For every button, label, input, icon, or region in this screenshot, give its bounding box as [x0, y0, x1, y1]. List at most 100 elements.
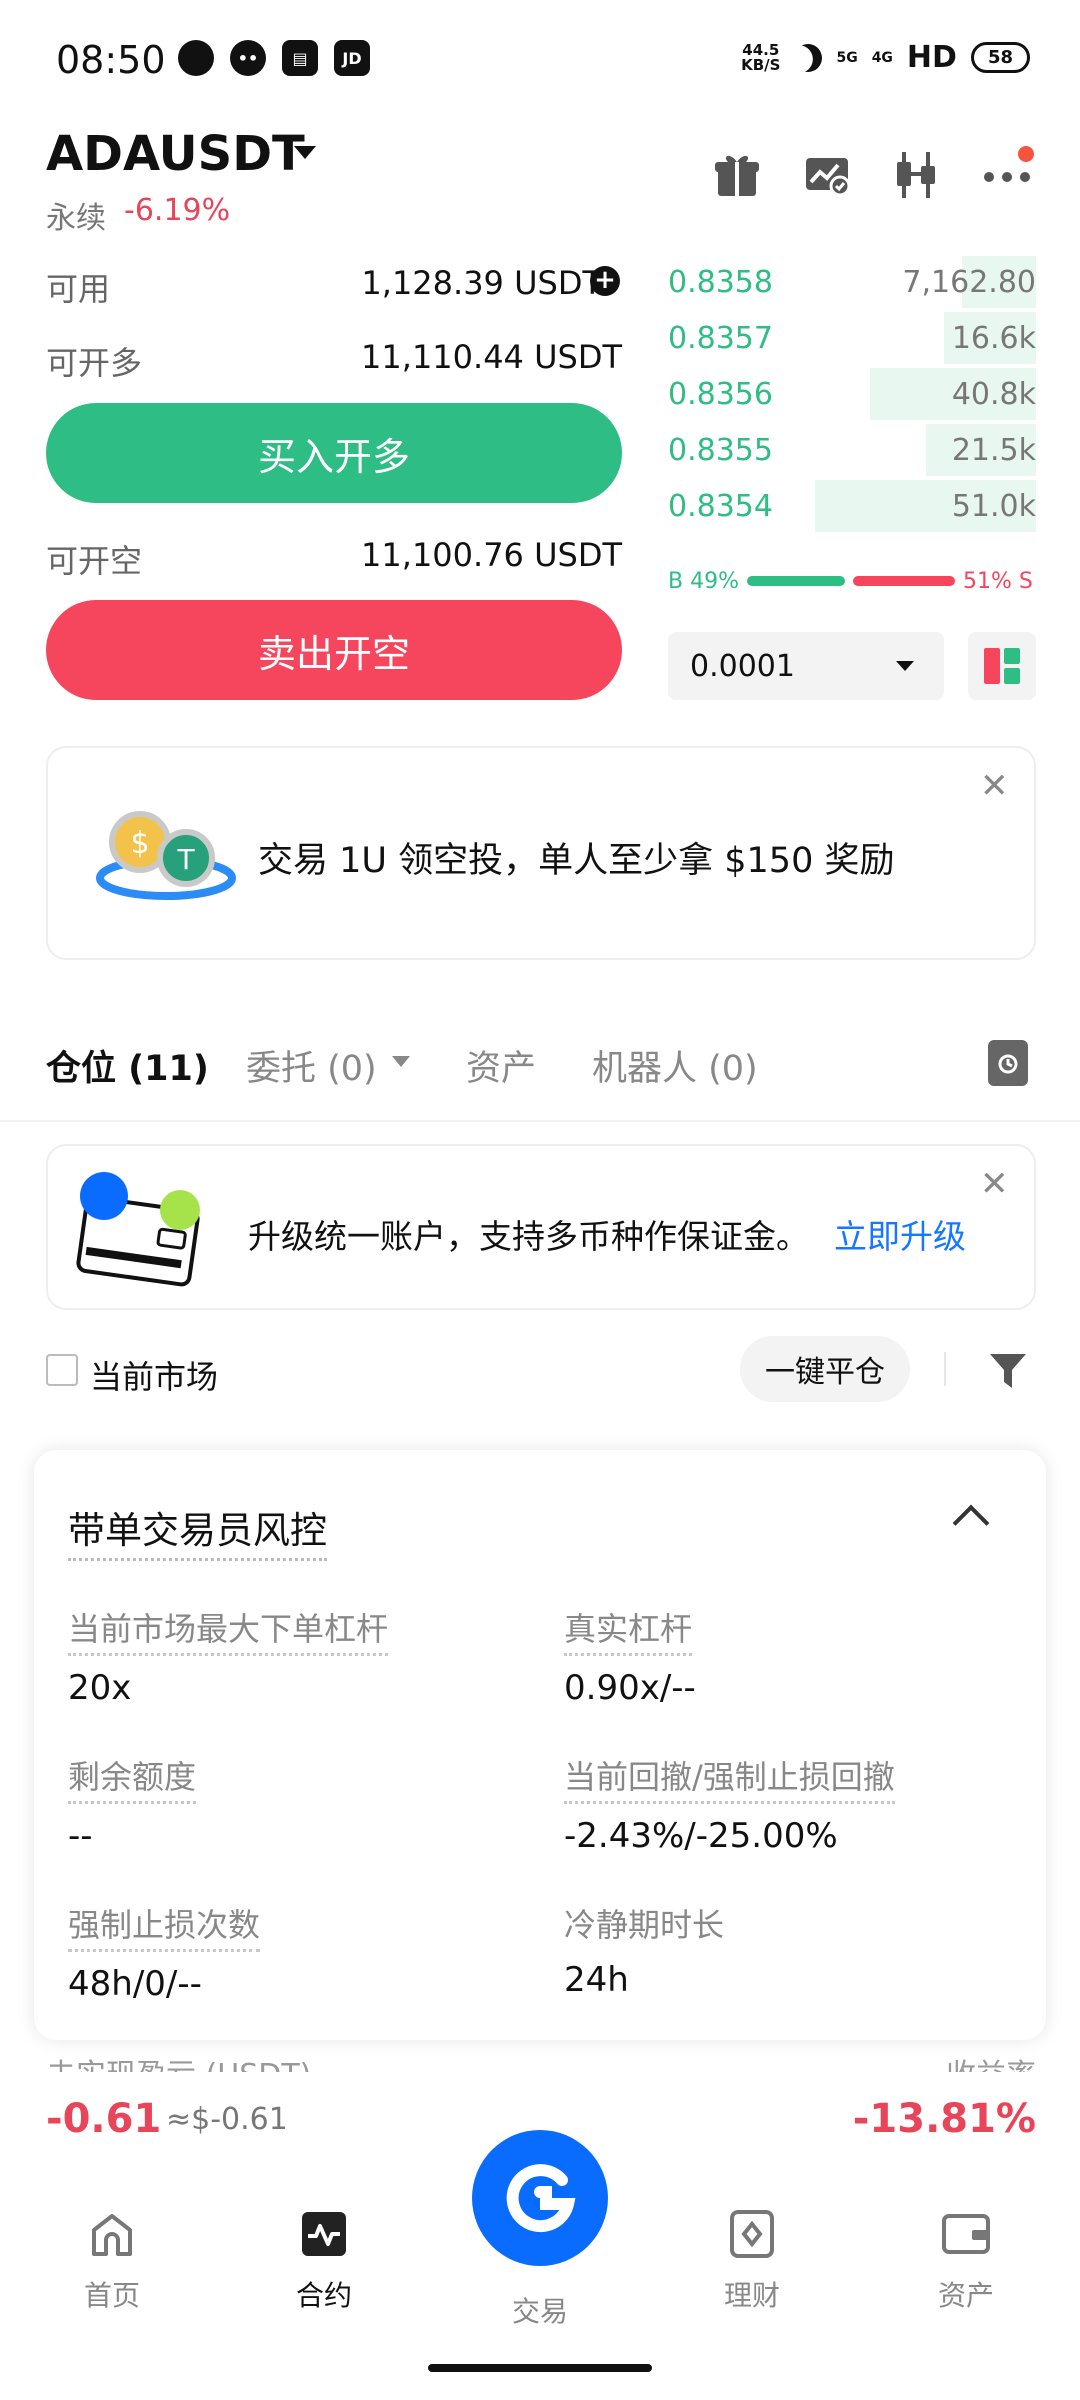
trade-fab-button[interactable] — [472, 2130, 608, 2266]
roe-value: -13.81% — [852, 2096, 1036, 2142]
home-indicator — [428, 2364, 652, 2372]
orderbook-quantity: 51.0k — [951, 488, 1036, 524]
sell-ratio-bar — [852, 576, 955, 586]
status-indicators: 44.5 KB/S 5G 4G HD 58 — [741, 40, 1030, 75]
coin-illustration-icon: $ T — [88, 800, 238, 910]
candlestick-icon[interactable] — [892, 150, 942, 200]
max-long-label: 可开多 — [46, 344, 143, 382]
status-app-icons: •• ▤ JD — [178, 40, 370, 76]
futures-icon — [300, 2210, 348, 2258]
orderbook-quantity: 21.5k — [951, 432, 1036, 468]
orderbook-price: 0.8356 — [668, 376, 773, 412]
nav-home-label: 首页 — [83, 2279, 140, 2312]
forced-stop-value: 48h/0/-- — [68, 1964, 202, 2004]
orderbook-row[interactable]: 0.8356 40.8k — [668, 374, 1036, 414]
gift-icon[interactable] — [712, 150, 762, 200]
cooldown-label: 冷静期时长 — [564, 1906, 725, 1944]
network-speed: 44.5 KB/S — [741, 40, 781, 74]
chart-check-icon[interactable] — [802, 150, 852, 200]
news-icon: ▤ — [282, 40, 318, 76]
nav-futures-label: 合约 — [295, 2279, 352, 2312]
orderbook-row[interactable]: 0.8358 7,162.80 — [668, 262, 1036, 302]
max-leverage-value: 20x — [68, 1668, 132, 1708]
max-short-label: 可开空 — [46, 542, 143, 580]
nav-assets-label: 资产 — [937, 2279, 994, 2312]
wallet-illustration-icon — [74, 1168, 204, 1290]
svg-text:T: T — [176, 843, 195, 876]
home-icon — [88, 2210, 136, 2258]
chat-bubble-icon — [178, 40, 214, 76]
svg-text:$: $ — [130, 826, 149, 861]
risk-card-title[interactable]: 带单交易员风控 — [68, 1500, 327, 1561]
max-long-value: 11,110.44 USDT — [361, 338, 622, 376]
buy-long-button[interactable]: 买入开多 — [46, 403, 622, 503]
tab-positions[interactable]: 仓位 (11) — [46, 1040, 209, 1091]
add-funds-icon[interactable]: + — [590, 266, 620, 296]
trade-logo-icon — [506, 2164, 576, 2233]
available-label: 可用 — [46, 270, 111, 308]
precision-select[interactable]: 0.0001 — [668, 632, 944, 700]
tab-divider — [0, 1120, 1080, 1122]
tab-bots[interactable]: 机器人 (0) — [592, 1040, 758, 1091]
nav-assets[interactable]: 资产 — [906, 2210, 1026, 2314]
remaining-quota-value: -- — [68, 1816, 93, 1856]
orderbook-price: 0.8358 — [668, 264, 773, 300]
layout-icon — [984, 648, 1020, 684]
unrealized-pnl-usd: ≈$-0.61 — [166, 2102, 288, 2137]
orderbook-price: 0.8357 — [668, 320, 773, 356]
buy-ratio-label: B 49% — [668, 568, 739, 594]
real-leverage-label: 真实杠杆 — [564, 1604, 693, 1656]
cooldown-value: 24h — [564, 1960, 629, 2000]
unrealized-pnl-label: 未实现盈亏 (USDT) — [46, 2050, 311, 2072]
orderbook-price: 0.8354 — [668, 488, 773, 524]
more-icon[interactable] — [982, 146, 1034, 200]
nav-home[interactable]: 首页 — [52, 2210, 172, 2314]
status-time: 08:50 — [56, 38, 166, 82]
nav-earn-label: 理财 — [723, 2279, 780, 2312]
current-market-label[interactable]: 当前市场 — [90, 1352, 218, 1398]
max-short-value: 11,100.76 USDT — [361, 536, 622, 574]
history-doc-icon[interactable] — [988, 1040, 1028, 1086]
sell-ratio-label: 51% S — [962, 568, 1033, 594]
unrealized-pnl-value: -0.61 — [46, 2096, 162, 2142]
chevron-down-icon — [896, 661, 914, 671]
roe-label: 收益率 — [946, 2050, 1036, 2072]
notification-dot — [1018, 146, 1034, 162]
orderbook-row[interactable]: 0.8355 21.5k — [668, 430, 1036, 470]
airdrop-banner-text: 交易 1U 领空投，单人至少拿 $150 奖励 — [258, 841, 895, 881]
contract-type: 永续 — [46, 201, 106, 236]
drawdown-label: 当前回撤/强制止损回撤 — [564, 1752, 895, 1804]
orderbook-row[interactable]: 0.8354 51.0k — [668, 486, 1036, 526]
nav-trade-label[interactable]: 交易 — [480, 2290, 600, 2330]
jd-app-icon: JD — [334, 40, 370, 76]
orderbook-layout-button[interactable] — [968, 632, 1036, 700]
close-all-button[interactable]: 一键平仓 — [740, 1336, 910, 1402]
sell-short-button[interactable]: 卖出开空 — [46, 600, 622, 700]
orderbook-quantity: 16.6k — [951, 320, 1036, 356]
orderbook-row[interactable]: 0.8357 16.6k — [668, 318, 1036, 358]
tab-orders[interactable]: 委托 (0) — [246, 1040, 377, 1091]
pair-selector[interactable]: ADAUSDT — [46, 126, 305, 182]
available-value: 1,128.39 USDT — [361, 264, 602, 302]
hd-indicator: HD — [906, 40, 957, 75]
upgrade-banner-text: 升级统一账户，支持多币种作保证金。 — [248, 1217, 809, 1256]
orderbook-quantity: 40.8k — [951, 376, 1036, 412]
earn-icon — [728, 2210, 776, 2258]
close-icon[interactable]: ✕ — [980, 1164, 1009, 1204]
chevron-down-icon[interactable] — [392, 1056, 410, 1067]
orderbook-price: 0.8355 — [668, 432, 773, 468]
precision-value: 0.0001 — [690, 648, 795, 684]
max-leverage-label: 当前市场最大下单杠杆 — [68, 1604, 389, 1656]
remaining-quota-label: 剩余额度 — [68, 1752, 197, 1804]
current-market-checkbox[interactable] — [46, 1354, 78, 1386]
nav-earn[interactable]: 理财 — [692, 2210, 812, 2314]
close-icon[interactable]: ✕ — [980, 766, 1009, 806]
orderbook-quantity: 7,162.80 — [902, 264, 1036, 300]
tab-assets[interactable]: 资产 — [466, 1040, 536, 1091]
pair-dropdown-icon[interactable] — [294, 146, 316, 159]
filter-icon[interactable] — [986, 1348, 1030, 1392]
real-leverage-value: 0.90x/-- — [564, 1668, 696, 1708]
nav-futures[interactable]: 合约 — [264, 2210, 384, 2314]
upgrade-now-link[interactable]: 立即升级 — [834, 1210, 966, 1258]
battery-indicator: 58 — [970, 42, 1030, 73]
